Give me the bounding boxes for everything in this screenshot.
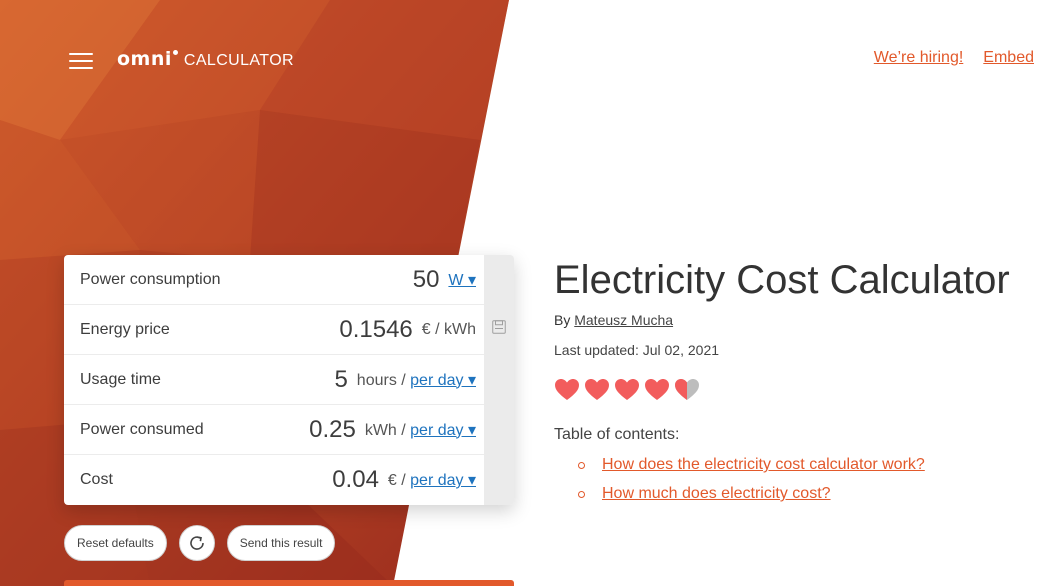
table-of-contents: How does the electricity cost calculator…	[554, 456, 1034, 503]
unit-group: W ▾	[448, 270, 476, 290]
calc-row-power-consumed: Power consumed 0.25 kWh / per day ▾	[64, 405, 484, 455]
reset-defaults-button[interactable]: Reset defaults	[64, 525, 167, 561]
field-label: Energy price	[80, 320, 170, 338]
logo-brand: omni	[117, 48, 172, 70]
site-logo[interactable]: omni CALCULATOR	[117, 48, 294, 70]
circle-bullet-icon	[578, 461, 585, 469]
unit-text: € / kWh	[421, 320, 476, 338]
article-header: Electricity Cost Calculator By Mateusz M…	[554, 256, 1034, 514]
field-label: Cost	[80, 471, 113, 488]
author-link[interactable]: Mateusz Mucha	[574, 312, 673, 328]
save-icon[interactable]	[492, 320, 506, 334]
top-bar: omni CALCULATOR We’re hiring! Embed	[0, 0, 1055, 120]
cost-input[interactable]: 0.04	[332, 466, 379, 494]
embed-link[interactable]: Embed	[983, 49, 1034, 67]
calculator-card: Power consumption 50 W ▾ Energy price 0.…	[64, 255, 514, 505]
menu-line	[69, 60, 93, 62]
toc-title: Table of contents:	[554, 426, 680, 443]
last-updated: Last updated: Jul 02, 2021	[554, 342, 720, 358]
byline: By Mateusz Mucha	[554, 312, 1034, 328]
top-links: We’re hiring! Embed	[874, 49, 1034, 67]
toc-link-electricity-cost[interactable]: How much does electricity cost?	[602, 485, 831, 503]
send-result-button[interactable]: Send this result	[226, 525, 336, 561]
menu-line	[69, 67, 93, 69]
unit-select[interactable]: per day ▾	[410, 372, 476, 389]
calculator-rows: Power consumption 50 W ▾ Energy price 0.…	[64, 255, 484, 505]
heart-icon[interactable]	[554, 378, 580, 402]
field-label: Power consumed	[80, 420, 204, 438]
toc-item: How much does electricity cost?	[578, 485, 1034, 503]
unit-text: € /	[387, 472, 411, 489]
logo-subtitle: CALCULATOR	[183, 52, 294, 69]
calculator-actions: Reset defaults Send this result	[64, 525, 336, 561]
circle-bullet-icon	[578, 490, 585, 498]
half-heart-icon[interactable]	[674, 378, 700, 402]
unit-select[interactable]: W ▾	[448, 272, 476, 289]
calc-row-energy-price: Energy price 0.1546 € / kWh	[64, 305, 484, 355]
field-label: Usage time	[80, 370, 161, 388]
reload-button[interactable]	[178, 525, 215, 561]
page-title: Electricity Cost Calculator	[554, 258, 1010, 302]
power-consumption-input[interactable]: 50	[413, 266, 440, 294]
byline-prefix: By	[554, 312, 575, 328]
menu-line	[69, 53, 93, 55]
calc-row-cost: Cost 0.04 € / per day ▾	[64, 455, 484, 505]
rating[interactable]	[554, 378, 1034, 402]
check-button-bar[interactable]	[64, 580, 514, 586]
hiring-link[interactable]: We’re hiring!	[874, 49, 964, 67]
unit-text: kWh /	[364, 421, 411, 439]
heart-icon[interactable]	[614, 378, 640, 402]
energy-price-input[interactable]: 0.1546	[339, 316, 412, 344]
heart-icon[interactable]	[584, 378, 610, 402]
usage-time-input[interactable]: 5	[334, 366, 347, 394]
hamburger-menu-icon[interactable]	[66, 48, 96, 74]
field-label: Power consumption	[80, 270, 221, 288]
calc-row-power-consumption: Power consumption 50 W ▾	[64, 255, 484, 305]
unit-select[interactable]: per day ▾	[410, 472, 476, 489]
unit-text: hours /	[356, 371, 411, 389]
unit-group: € / kWh	[422, 321, 476, 339]
calculator-sidebar	[484, 255, 514, 505]
toc-link-how-it-works[interactable]: How does the electricity cost calculator…	[602, 456, 925, 474]
reload-icon	[189, 536, 204, 550]
unit-select[interactable]: per day ▾	[410, 422, 476, 439]
unit-group: € / per day ▾	[388, 470, 476, 490]
heart-icon[interactable]	[644, 378, 670, 402]
logo-dot-icon	[172, 50, 178, 55]
toc-item: How does the electricity cost calculator…	[578, 456, 1034, 474]
unit-group: hours / per day ▾	[357, 370, 476, 390]
calc-row-usage-time: Usage time 5 hours / per day ▾	[64, 355, 484, 405]
power-consumed-input[interactable]: 0.25	[309, 416, 356, 444]
unit-group: kWh / per day ▾	[365, 420, 476, 440]
